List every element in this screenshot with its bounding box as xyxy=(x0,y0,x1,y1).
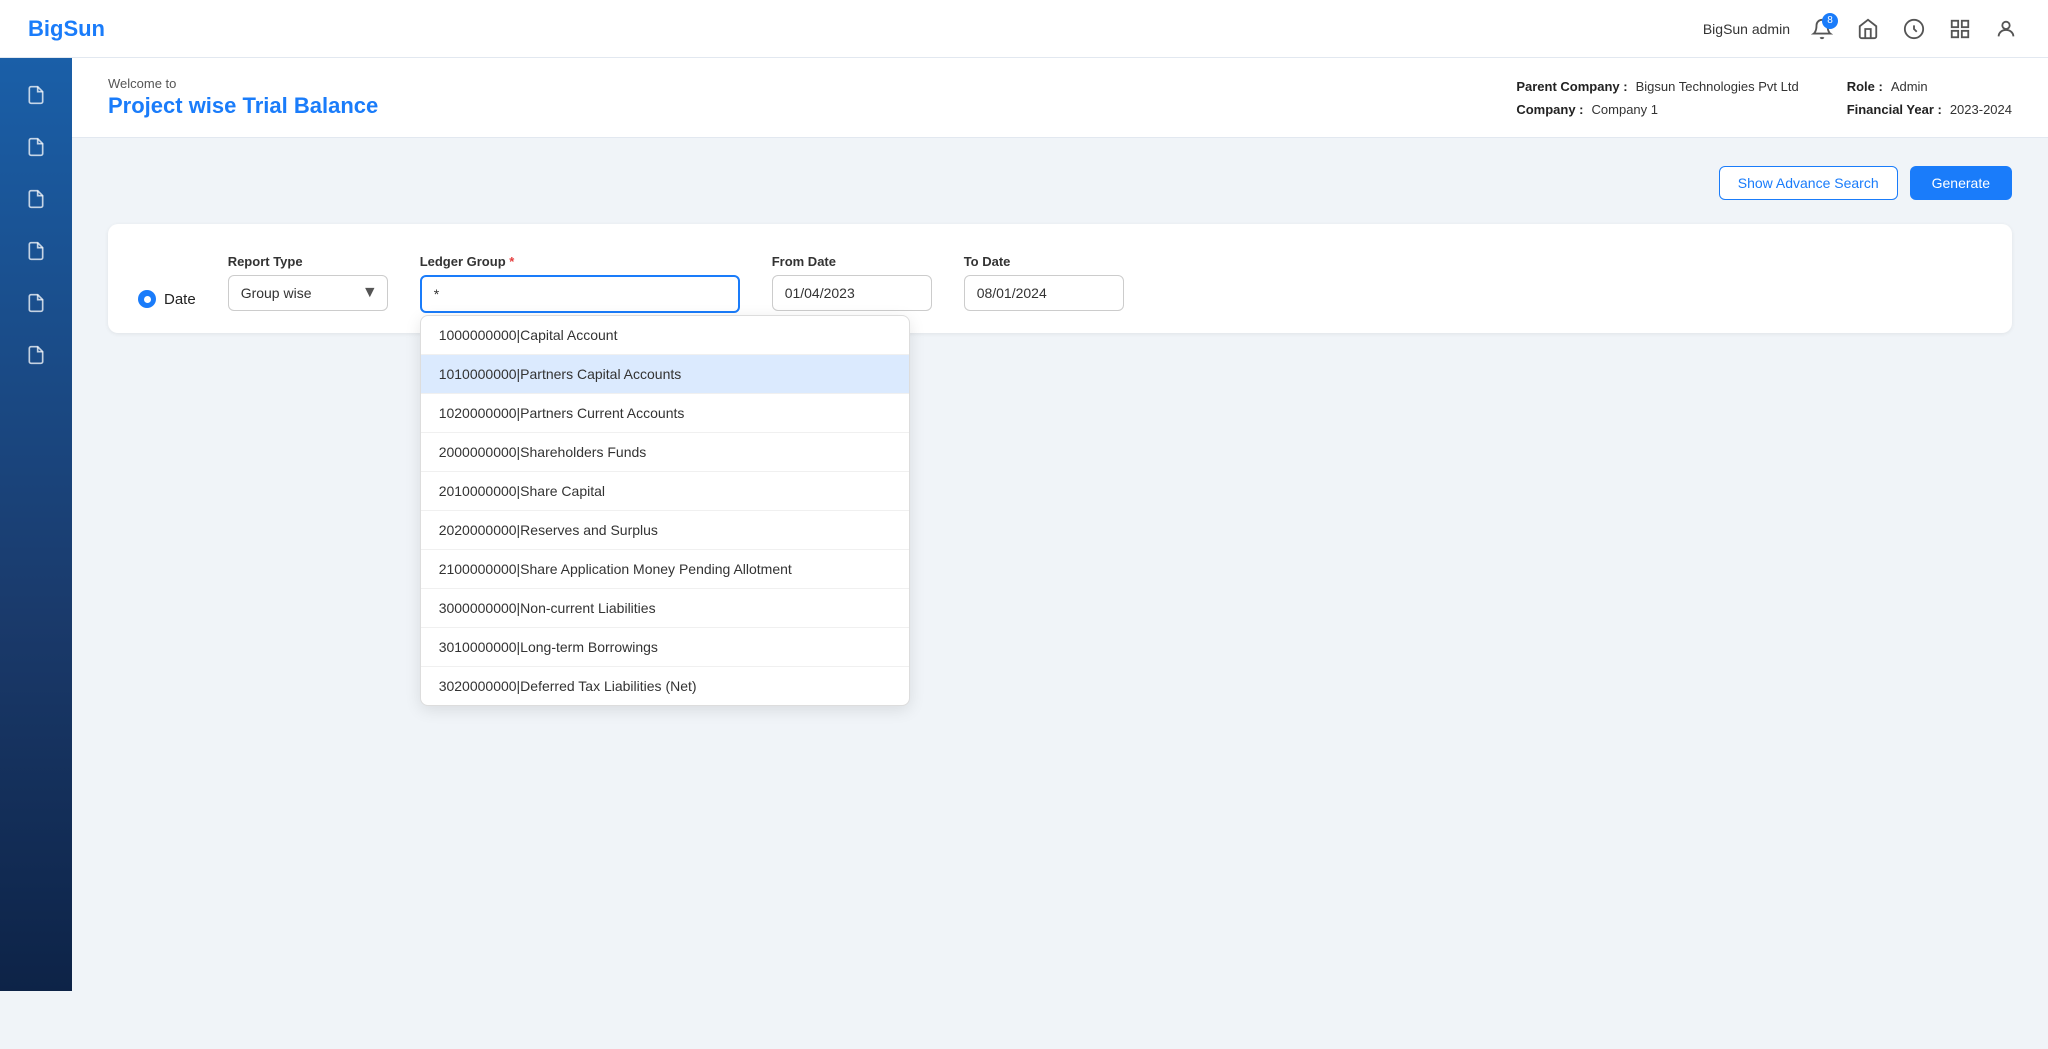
ledger-group-label: Ledger Group * xyxy=(420,254,740,269)
dropdown-item-7[interactable]: 3000000000|Non-current Liabilities xyxy=(421,589,909,628)
financial-year-label: Financial Year : xyxy=(1847,102,1942,117)
from-date-label: From Date xyxy=(772,254,932,269)
from-date-input[interactable] xyxy=(772,275,932,311)
from-date-field: From Date xyxy=(772,254,932,311)
form-row: Date Report Type Group wise Ledger wise … xyxy=(138,254,1982,313)
sidebar-item-6[interactable] xyxy=(15,336,57,374)
sidebar xyxy=(0,58,72,991)
required-star: * xyxy=(509,254,514,269)
sidebar-item-5[interactable] xyxy=(15,284,57,322)
user-icon[interactable] xyxy=(1992,15,2020,43)
dropdown-item-1[interactable]: 1010000000|Partners Capital Accounts xyxy=(421,355,909,394)
page-header: Welcome to Project wise Trial Balance Pa… xyxy=(72,58,2048,138)
dropdown-item-2[interactable]: 1020000000|Partners Current Accounts xyxy=(421,394,909,433)
company-value: Company 1 xyxy=(1592,102,1658,117)
form-section: Date Report Type Group wise Ledger wise … xyxy=(108,224,2012,333)
parent-company-row: Parent Company : Bigsun Technologies Pvt… xyxy=(1516,79,1798,94)
sidebar-item-1[interactable] xyxy=(15,76,57,114)
ledger-group-input[interactable] xyxy=(420,275,740,313)
welcome-text: Welcome to xyxy=(108,76,378,91)
parent-company-value: Bigsun Technologies Pvt Ltd xyxy=(1636,79,1799,94)
report-type-select-wrap: Group wise Ledger wise ▼ xyxy=(228,275,388,311)
content-area: Show Advance Search Generate Date Report… xyxy=(72,138,2048,981)
sidebar-item-2[interactable] xyxy=(15,128,57,166)
dropdown-item-8[interactable]: 3010000000|Long-term Borrowings xyxy=(421,628,909,667)
role-label: Role : xyxy=(1847,79,1883,94)
role-value: Admin xyxy=(1891,79,1928,94)
page-header-left: Welcome to Project wise Trial Balance xyxy=(108,76,378,119)
top-navigation: BigSun BigSun admin 8 xyxy=(0,0,2048,58)
brand-logo: BigSun xyxy=(28,16,105,42)
date-radio-group[interactable]: Date xyxy=(138,290,196,308)
report-type-label: Report Type xyxy=(228,254,388,269)
sidebar-item-3[interactable] xyxy=(15,180,57,218)
dropdown-item-4[interactable]: 2010000000|Share Capital xyxy=(421,472,909,511)
dropdown-item-6[interactable]: 2100000000|Share Application Money Pendi… xyxy=(421,550,909,589)
sidebar-item-4[interactable] xyxy=(15,232,57,270)
home-icon[interactable] xyxy=(1854,15,1882,43)
speedometer-icon[interactable] xyxy=(1900,15,1928,43)
show-advance-search-button[interactable]: Show Advance Search xyxy=(1719,166,1898,200)
page-title: Project wise Trial Balance xyxy=(108,93,378,119)
dropdown-item-5[interactable]: 2020000000|Reserves and Surplus xyxy=(421,511,909,550)
grid-icon[interactable] xyxy=(1946,15,1974,43)
date-radio-button[interactable] xyxy=(138,290,156,308)
date-radio-label: Date xyxy=(164,291,196,308)
company-label: Company : xyxy=(1516,102,1583,117)
ledger-group-dropdown: 1000000000|Capital Account 1010000000|Pa… xyxy=(420,315,910,706)
report-type-field: Report Type Group wise Ledger wise ▼ xyxy=(228,254,388,311)
parent-company-label: Parent Company : xyxy=(1516,79,1627,94)
dropdown-item-3[interactable]: 2000000000|Shareholders Funds xyxy=(421,433,909,472)
generate-button[interactable]: Generate xyxy=(1910,166,2012,200)
to-date-label: To Date xyxy=(964,254,1124,269)
ledger-group-field: Ledger Group * 1000000000|Capital Accoun… xyxy=(420,254,740,313)
financial-year-row: Financial Year : 2023-2024 xyxy=(1847,102,2012,117)
to-date-input[interactable] xyxy=(964,275,1124,311)
nav-right: BigSun admin 8 xyxy=(1703,15,2020,43)
company-row: Company : Company 1 xyxy=(1516,102,1798,117)
financial-year-value: 2023-2024 xyxy=(1950,102,2012,117)
bell-icon[interactable]: 8 xyxy=(1808,15,1836,43)
meta-group-left: Parent Company : Bigsun Technologies Pvt… xyxy=(1516,79,1798,117)
username-label: BigSun admin xyxy=(1703,21,1790,37)
page-header-right: Parent Company : Bigsun Technologies Pvt… xyxy=(1516,79,2012,117)
main-content: Welcome to Project wise Trial Balance Pa… xyxy=(72,58,2048,991)
role-row: Role : Admin xyxy=(1847,79,2012,94)
to-date-field: To Date xyxy=(964,254,1124,311)
meta-group-right: Role : Admin Financial Year : 2023-2024 xyxy=(1847,79,2012,117)
report-type-select[interactable]: Group wise Ledger wise xyxy=(228,275,388,311)
dropdown-item-9[interactable]: 3020000000|Deferred Tax Liabilities (Net… xyxy=(421,667,909,705)
notification-badge: 8 xyxy=(1822,13,1838,29)
dropdown-item-0[interactable]: 1000000000|Capital Account xyxy=(421,316,909,355)
toolbar-row: Show Advance Search Generate xyxy=(108,166,2012,200)
